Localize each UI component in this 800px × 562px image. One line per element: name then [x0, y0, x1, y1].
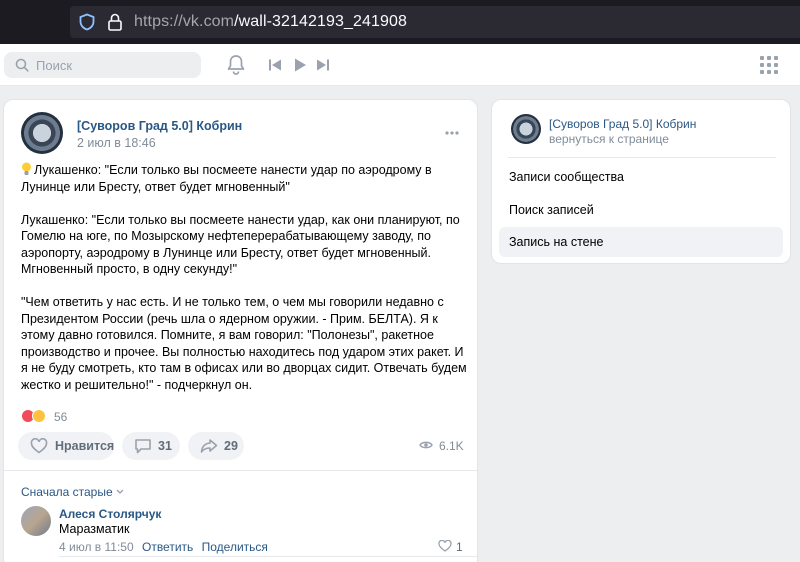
sidebar-item-wall-post[interactable]: Запись на стене	[499, 227, 783, 257]
comment-likes-count: 1	[456, 540, 463, 554]
url-text[interactable]: https://vk.com/wall-32142193_241908	[134, 13, 407, 31]
group-avatar-small[interactable]	[511, 114, 541, 144]
bell-icon[interactable]	[226, 54, 246, 76]
post-paragraph: "Чем ответить у нас есть. И не только те…	[21, 295, 467, 392]
post-text: Лукашенко: "Если только вы посмеете нане…	[21, 162, 471, 410]
reactions-count: 56	[54, 410, 68, 424]
wall-post: [Суворов Град 5.0] Кобрин 2 июл в 18:46 …	[3, 99, 478, 562]
heart-icon	[30, 438, 48, 454]
comments-sort-dropdown[interactable]: Сначала старые	[21, 485, 124, 499]
laughing-reaction-icon	[32, 409, 46, 423]
search-input[interactable]: Поиск	[4, 52, 201, 78]
more-options-icon[interactable]	[445, 131, 459, 135]
sidebar-item-community-posts[interactable]: Записи сообщества	[499, 162, 783, 192]
share-comment-link[interactable]: Поделиться	[202, 540, 268, 554]
comment-button[interactable]: 31	[122, 432, 180, 460]
next-track-icon[interactable]	[316, 58, 330, 72]
like-button[interactable]: Нравится	[18, 432, 114, 460]
share-icon	[200, 439, 218, 453]
browser-toolbar: https://vk.com/wall-32142193_241908	[0, 0, 800, 44]
post-author-link[interactable]: [Суворов Град 5.0] Кобрин	[77, 119, 242, 133]
like-label: Нравится	[55, 439, 115, 453]
shield-icon[interactable]	[78, 13, 96, 31]
comment-icon	[135, 439, 151, 454]
play-icon[interactable]	[293, 57, 307, 73]
url-path: /wall-32142193_241908	[234, 13, 408, 30]
comment-meta: 4 июл в 11:50 Ответить Поделиться	[59, 540, 268, 554]
post-divider	[4, 470, 477, 471]
sidebar-item-label: Записи сообщества	[509, 170, 624, 184]
sidebar-item-label: Поиск записей	[509, 203, 594, 217]
back-to-page-link[interactable]: вернуться к странице	[549, 132, 669, 146]
post-paragraph-text: Лукашенко: "Если только вы посмеете нане…	[21, 163, 432, 194]
comments-count: 31	[158, 439, 172, 453]
share-button[interactable]: 29	[188, 432, 244, 460]
eye-icon	[419, 441, 433, 449]
comment-date[interactable]: 4 июл в 11:50	[59, 540, 134, 554]
group-avatar[interactable]	[21, 112, 63, 154]
sidebar-item-label: Запись на стене	[509, 235, 604, 249]
views-count: 6.1K	[439, 439, 464, 453]
search-icon	[15, 58, 29, 72]
site-header: Поиск	[0, 44, 800, 86]
wall-navigation-card: [Суворов Град 5.0] Кобрин вернуться к ст…	[491, 99, 791, 264]
post-paragraph: Лукашенко: "Если только вы посмеете нане…	[21, 212, 460, 277]
heart-icon[interactable]	[438, 540, 452, 552]
comment-divider	[59, 556, 477, 557]
commenter-avatar[interactable]	[21, 506, 51, 536]
comment-author-link[interactable]: Алеся Столярчук	[59, 507, 161, 521]
side-group-link[interactable]: [Суворов Град 5.0] Кобрин	[549, 117, 696, 131]
url-host: https://vk.com	[134, 13, 235, 30]
lightbulb-icon	[22, 162, 31, 175]
apps-grid-icon[interactable]	[760, 56, 778, 74]
chevron-down-icon	[116, 489, 124, 494]
post-paragraph: Лукашенко: "Если только вы посмеете нане…	[21, 162, 471, 195]
sort-label: Сначала старые	[21, 485, 113, 499]
previous-track-icon[interactable]	[268, 58, 282, 72]
shares-count: 29	[224, 439, 238, 453]
side-divider	[508, 157, 776, 158]
post-date-link[interactable]: 2 июл в 18:46	[77, 136, 156, 150]
search-placeholder: Поиск	[36, 58, 73, 73]
comment-text: Маразматик	[59, 522, 130, 536]
reply-link[interactable]: Ответить	[142, 540, 193, 554]
sidebar-item-search-posts[interactable]: Поиск записей	[499, 195, 783, 225]
lock-icon[interactable]	[106, 12, 124, 32]
